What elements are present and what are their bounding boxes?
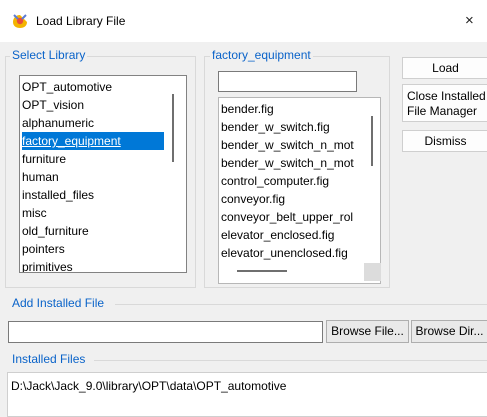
library-item[interactable]: misc	[22, 204, 47, 222]
library-item-selected[interactable]: factory_equipment	[22, 132, 164, 150]
add-installed-legend: Add Installed File	[10, 296, 107, 310]
library-item[interactable]: OPT_vision	[22, 96, 84, 114]
browse-dir-button[interactable]: Browse Dir...	[411, 320, 487, 343]
library-item[interactable]: old_furniture	[22, 222, 89, 240]
file-listbox[interactable]: bender.fig bender_w_switch.fig bender_w_…	[218, 97, 381, 284]
close-installed-file-manager-button[interactable]: Close Installed File Manager	[402, 84, 487, 122]
file-item[interactable]: conveyor_belt_upper_rol	[221, 208, 353, 226]
add-installed-file-input[interactable]	[8, 321, 323, 343]
jack-app-icon	[13, 14, 27, 28]
library-listbox[interactable]: OPT_automotive OPT_vision alphanumeric f…	[19, 75, 187, 273]
scrollbar-corner	[364, 263, 381, 281]
load-button[interactable]: Load	[402, 57, 487, 79]
file-item[interactable]: bender_w_switch.fig	[221, 118, 330, 136]
library-scrollbar[interactable]	[172, 94, 174, 162]
library-item[interactable]: primitives	[22, 258, 73, 272]
file-item[interactable]: elevator_enclosed.fig	[221, 226, 334, 244]
file-item[interactable]: conveyor.fig	[221, 190, 285, 208]
factory-equipment-legend: factory_equipment	[210, 48, 313, 62]
select-library-legend: Select Library	[10, 48, 88, 62]
browse-file-button[interactable]: Browse File...	[326, 320, 409, 343]
installed-files-divider	[94, 360, 487, 361]
installed-files-list[interactable]: D:\Jack\Jack_9.0\library\OPT\data\OPT_au…	[7, 372, 487, 417]
file-item[interactable]: bender.fig	[221, 100, 274, 118]
close-button-line-2: File Manager	[407, 104, 478, 118]
library-item[interactable]: installed_files	[22, 186, 94, 204]
library-item[interactable]: human	[22, 168, 59, 186]
library-item[interactable]: alphanumeric	[22, 114, 94, 132]
library-item[interactable]: furniture	[22, 150, 66, 168]
file-item[interactable]: bender_w_switch_n_mot	[221, 154, 354, 172]
installed-files-legend: Installed Files	[10, 352, 88, 366]
close-icon[interactable]: ×	[465, 10, 487, 32]
dismiss-button[interactable]: Dismiss	[402, 130, 487, 152]
library-item[interactable]: OPT_automotive	[22, 78, 112, 96]
close-button-line-1: Close Installed	[407, 89, 486, 103]
window-title: Load Library File	[36, 14, 126, 28]
file-item[interactable]: control_computer.fig	[221, 172, 329, 190]
installed-file-path[interactable]: D:\Jack\Jack_9.0\library\OPT\data\OPT_au…	[11, 379, 286, 393]
file-item[interactable]: elevator_unenclosed.fig	[221, 244, 348, 262]
file-item[interactable]: bender_w_switch_n_mot	[221, 136, 354, 154]
file-list-horizontal-scrollbar[interactable]	[237, 270, 287, 272]
library-item[interactable]: pointers	[22, 240, 65, 258]
file-filter-input[interactable]	[218, 71, 357, 92]
file-list-vertical-scrollbar[interactable]	[371, 116, 373, 166]
add-installed-divider	[115, 304, 487, 305]
